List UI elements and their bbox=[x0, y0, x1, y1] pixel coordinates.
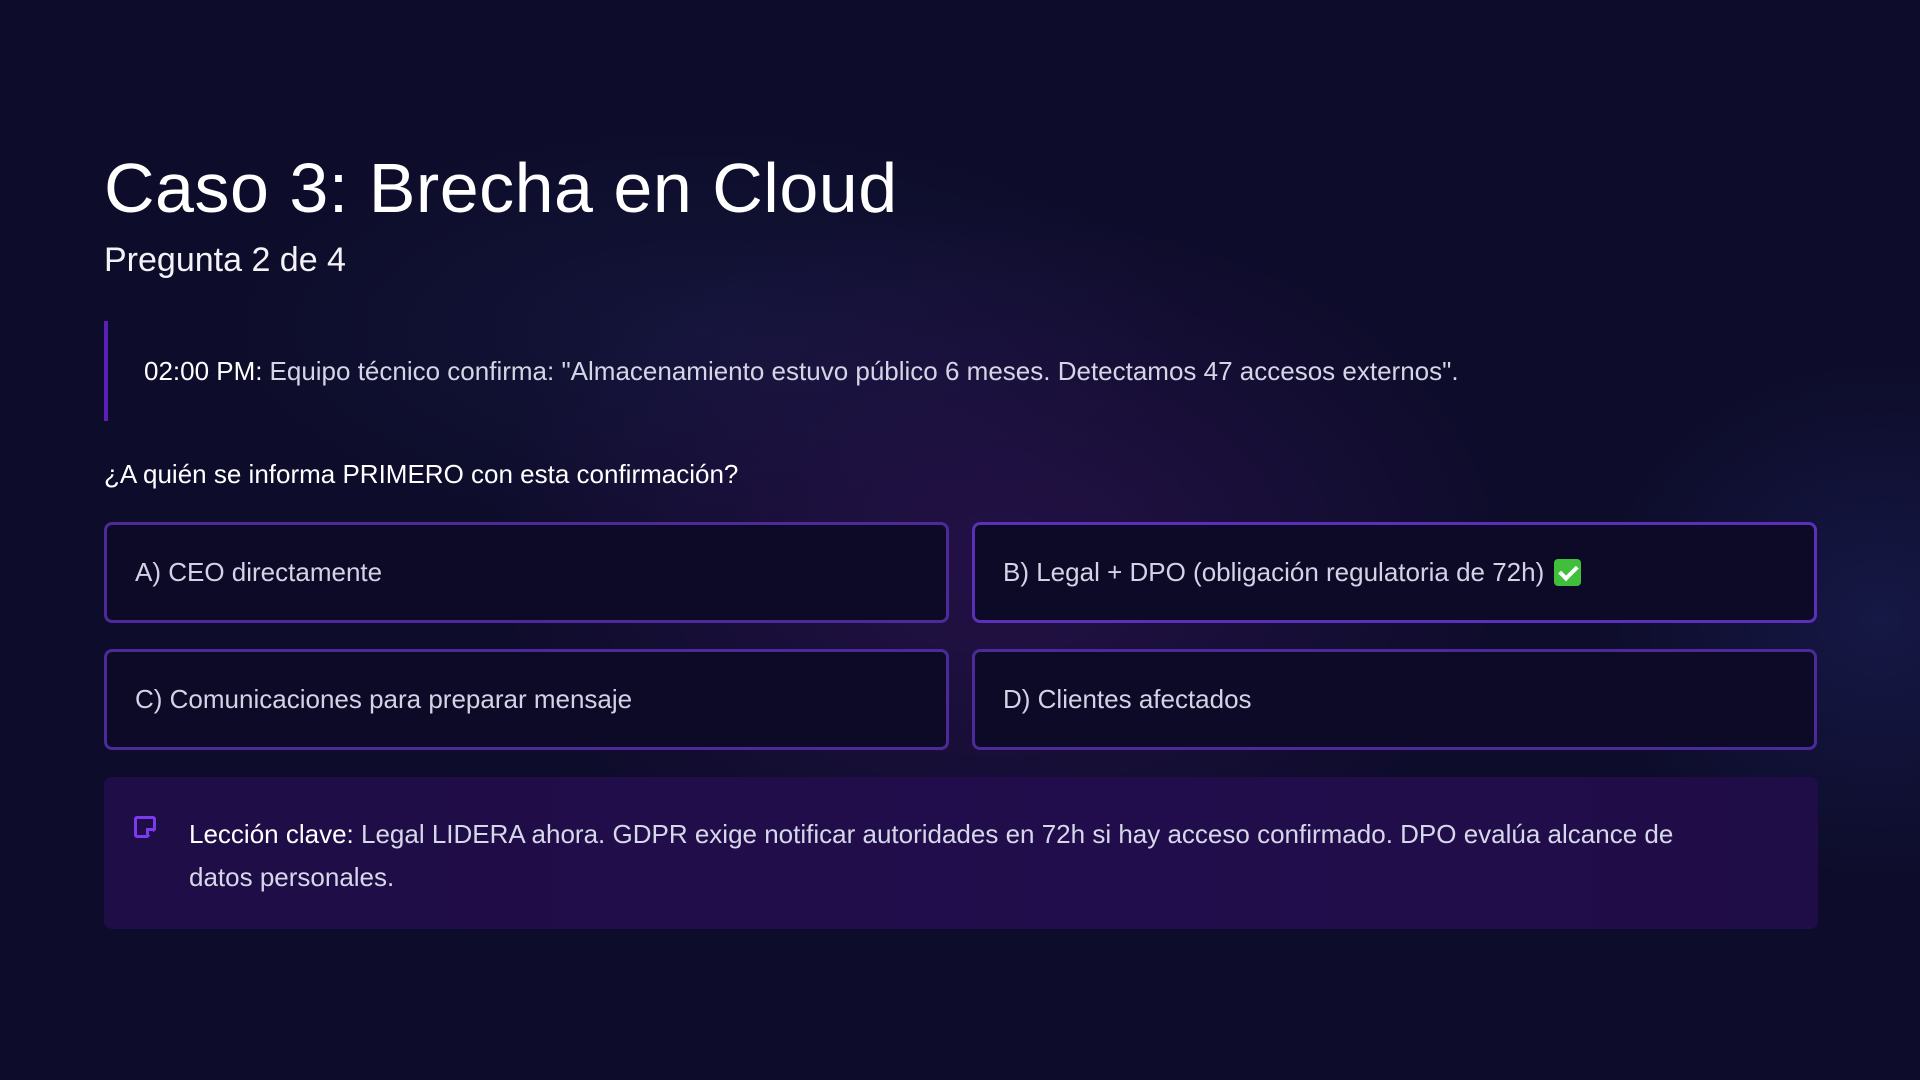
lesson-text: Legal LIDERA ahora. GDPR exige notificar… bbox=[189, 819, 1674, 892]
note-icon bbox=[134, 816, 156, 838]
update-time: 02:00 PM: bbox=[144, 355, 263, 386]
option-b-button[interactable]: B) Legal + DPO (obligación regulatoria d… bbox=[972, 522, 1817, 623]
option-c-button[interactable]: C) Comunicaciones para preparar mensaje bbox=[104, 649, 949, 750]
slide-subtitle: Pregunta 2 de 4 bbox=[104, 241, 346, 279]
option-a-label: A) CEO directamente bbox=[135, 557, 383, 587]
option-d-label: D) Clientes afectados bbox=[1003, 684, 1252, 714]
timeline-update: 02:00 PM: Equipo técnico confirma: "Alma… bbox=[104, 321, 1818, 421]
option-a-button[interactable]: A) CEO directamente bbox=[104, 522, 949, 623]
slide: Caso 3: Brecha en Cloud Pregunta 2 de 4 … bbox=[104, 0, 1818, 1080]
option-c-label: C) Comunicaciones para preparar mensaje bbox=[135, 684, 633, 714]
lesson-label: Lección clave: bbox=[189, 819, 354, 849]
check-mark-icon bbox=[1554, 559, 1582, 586]
option-d-button[interactable]: D) Clientes afectados bbox=[972, 649, 1817, 750]
question-text: ¿A quién se informa PRIMERO con esta con… bbox=[104, 459, 739, 489]
lesson-box: Lección clave: Legal LIDERA ahora. GDPR … bbox=[104, 777, 1818, 929]
slide-title: Caso 3: Brecha en Cloud bbox=[104, 149, 898, 227]
option-b-label: B) Legal + DPO (obligación regulatoria d… bbox=[1003, 557, 1545, 587]
update-text: Equipo técnico confirma: "Almacenamiento… bbox=[269, 355, 1459, 386]
